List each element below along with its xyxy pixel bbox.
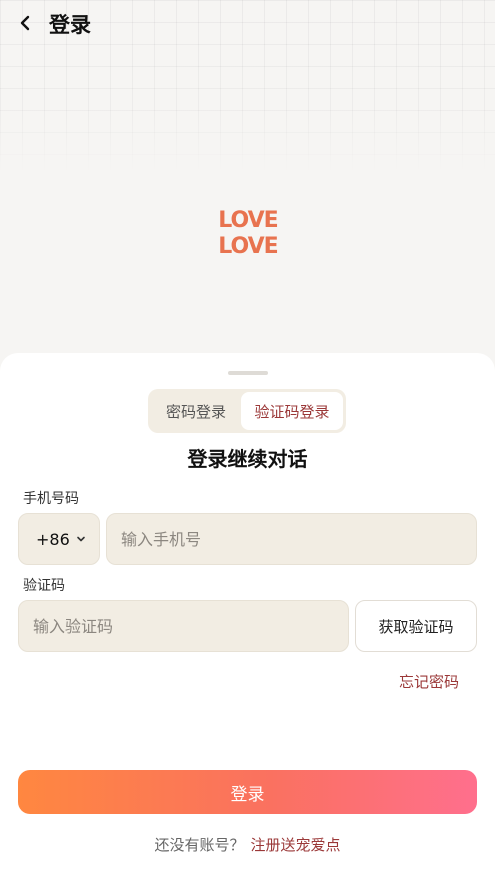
login-button[interactable]: 登录	[18, 770, 477, 814]
phone-input[interactable]	[106, 513, 477, 565]
background-fade	[0, 0, 495, 360]
verification-code-input[interactable]	[18, 600, 349, 652]
country-code-select[interactable]: +86	[18, 513, 100, 565]
forgot-password-link[interactable]: 忘记密码	[399, 671, 459, 692]
form-heading: 登录继续对话	[187, 447, 308, 471]
love-logo: LOVE LOVE	[218, 208, 278, 258]
login-sheet: 密码登录 验证码登录 登录继续对话 手机号码 +86 验证码 获取验证码 忘记密…	[0, 353, 495, 880]
logo-line-1: LOVE	[218, 208, 277, 233]
country-code-value: +86	[36, 529, 70, 549]
logo-line-2: LOVE	[218, 234, 277, 258]
register-prompt: 还没有账号？	[154, 836, 245, 854]
page-title: 登录	[49, 13, 91, 37]
tab-password-login[interactable]: 密码登录	[151, 392, 241, 430]
get-code-button[interactable]: 获取验证码	[355, 600, 477, 652]
chevron-left-icon	[20, 15, 30, 31]
chevron-down-icon	[77, 536, 85, 542]
sheet-handle[interactable]	[228, 371, 268, 375]
login-mode-tabs: 密码登录 验证码登录	[148, 389, 346, 433]
phone-label: 手机号码	[23, 491, 79, 507]
code-label: 验证码	[23, 578, 65, 594]
register-row: 还没有账号？ 注册送宠爱点	[0, 834, 495, 855]
tab-code-login[interactable]: 验证码登录	[241, 392, 343, 430]
top-bar: 登录	[0, 0, 495, 46]
register-link[interactable]: 注册送宠爱点	[251, 836, 341, 854]
back-button[interactable]	[14, 12, 36, 34]
